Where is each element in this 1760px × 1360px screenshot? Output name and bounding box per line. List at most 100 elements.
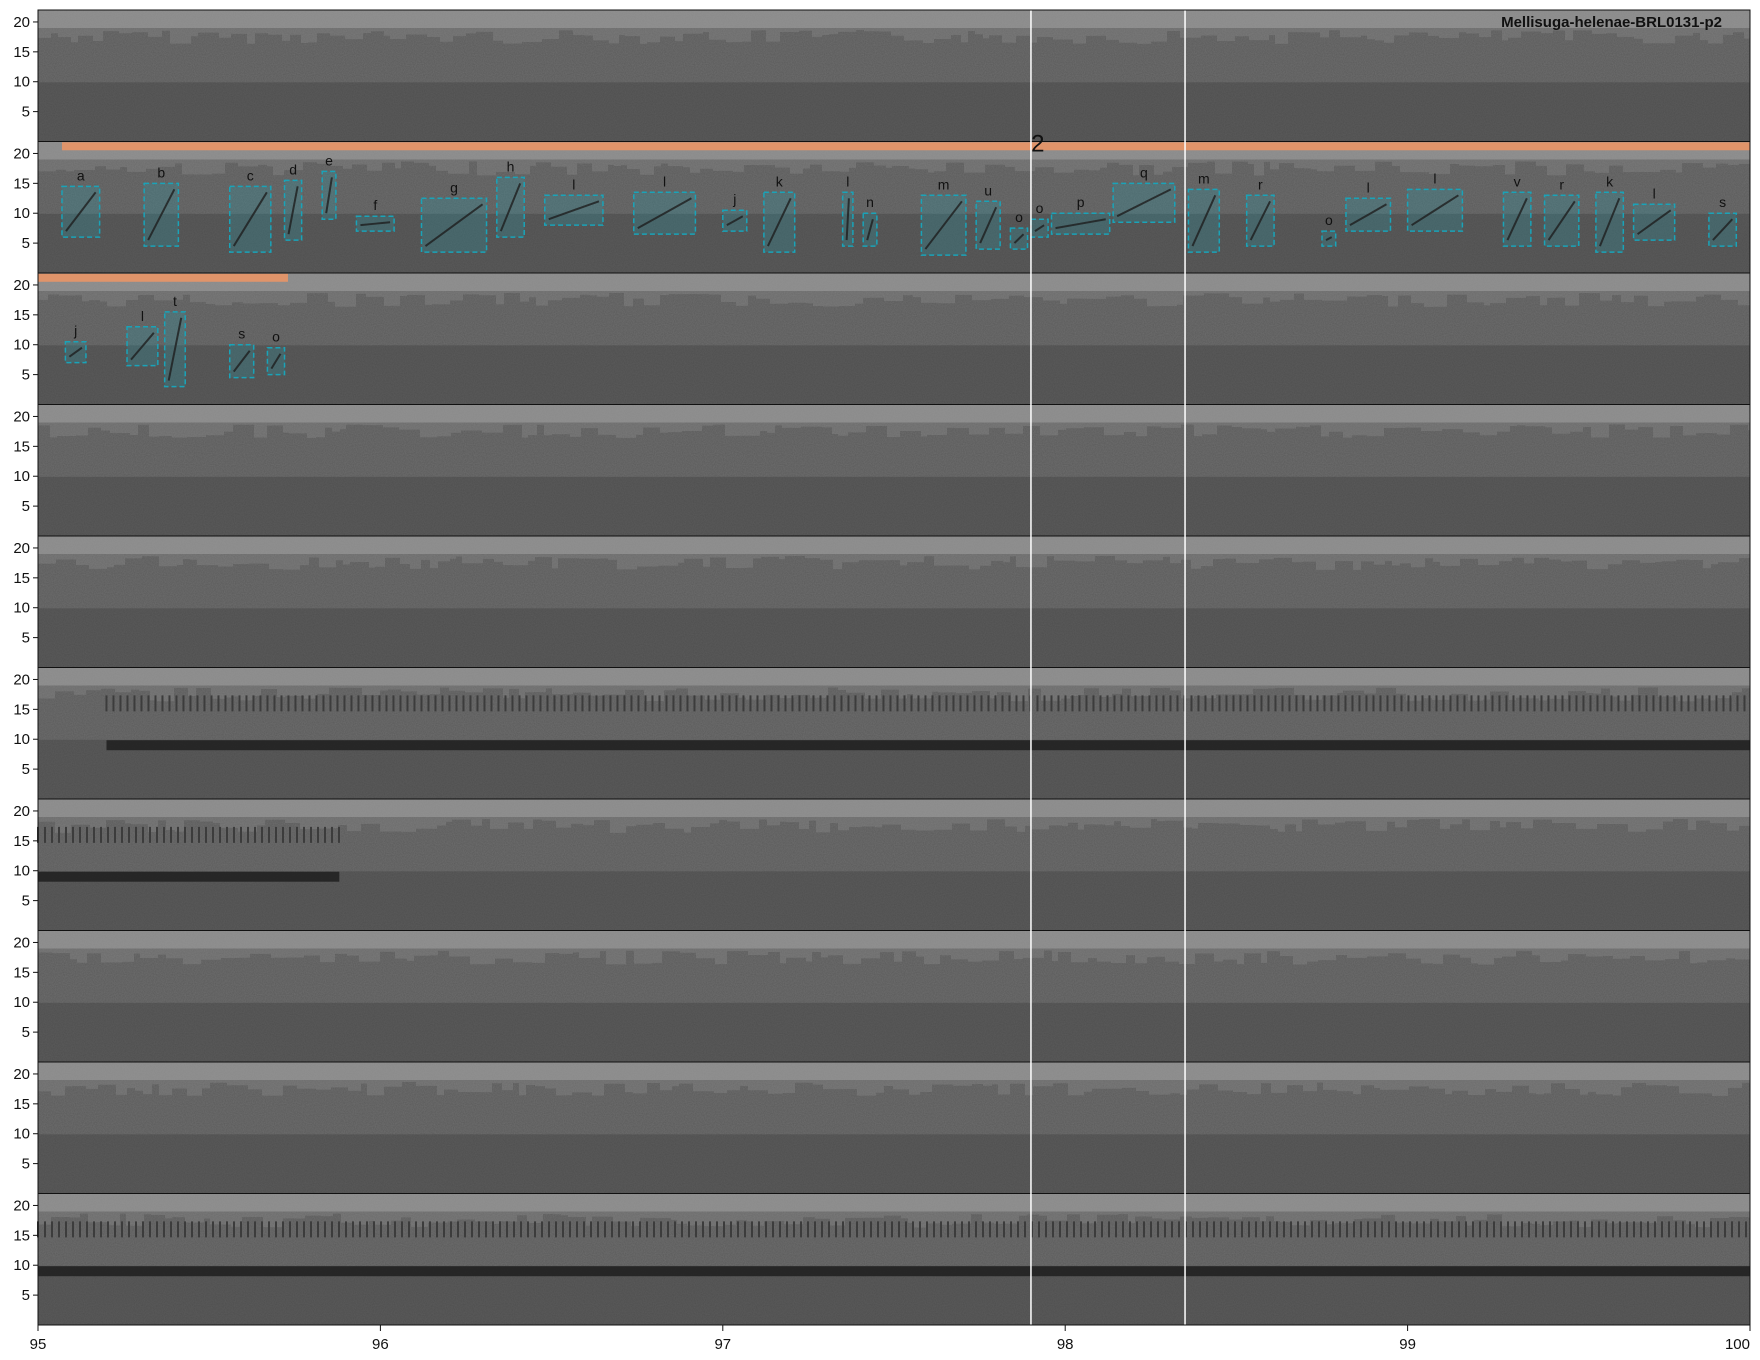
y-tick-label: 20 xyxy=(13,14,30,31)
x-tick-label: 95 xyxy=(30,1336,47,1353)
syllable-label: l xyxy=(663,173,666,189)
y-tick-label: 15 xyxy=(13,44,30,61)
y-tick-label: 20 xyxy=(13,671,30,688)
chart-title: Mellisuga-helenae-BRL0131-p2 xyxy=(1501,14,1722,31)
y-tick-label: 5 xyxy=(22,367,30,384)
syllable-label: l xyxy=(572,176,575,192)
y-tick-label: 10 xyxy=(13,205,30,222)
y-tick-label: 10 xyxy=(13,994,30,1011)
syllable-label: r xyxy=(1258,176,1263,192)
x-tick-label: 98 xyxy=(1057,1336,1074,1353)
syllable-label: p xyxy=(1077,194,1085,210)
spectrogram-row xyxy=(38,535,1750,668)
syllable-label: v xyxy=(1514,173,1521,189)
y-tick-label: 5 xyxy=(22,235,30,252)
y-tick-label: 15 xyxy=(13,307,30,324)
syllable-label: l xyxy=(1367,179,1370,195)
syllable-label: f xyxy=(373,197,377,213)
low-band-shade xyxy=(38,82,1750,142)
syllable-label: u xyxy=(984,182,992,198)
y-tick-label: 10 xyxy=(13,74,30,91)
syllable-label: a xyxy=(77,167,85,183)
syllable-label: l xyxy=(846,173,849,189)
y-tick-label: 10 xyxy=(13,731,30,748)
y-tick-label: 5 xyxy=(22,104,30,121)
spectrogram-row xyxy=(38,404,1750,536)
syllable-label: s xyxy=(238,326,245,342)
y-tick-label: 5 xyxy=(22,761,30,778)
syllable-label: m xyxy=(1198,170,1210,186)
harmonic-band xyxy=(105,695,1746,712)
syllable-label: o xyxy=(1015,209,1023,225)
tonal-band xyxy=(106,740,1751,751)
y-tick-label: 15 xyxy=(13,833,30,850)
syllable-label: l xyxy=(141,308,144,324)
x-tick-label: 100 xyxy=(1725,1336,1750,1353)
spectrogram-row xyxy=(38,9,1750,142)
y-tick-label: 20 xyxy=(13,408,30,425)
y-tick-label: 15 xyxy=(13,570,30,587)
low-band-shade xyxy=(38,345,1750,405)
y-tick-label: 20 xyxy=(13,277,30,294)
syllable-label: c xyxy=(247,167,254,183)
tonal-band xyxy=(38,1266,1750,1277)
tonal-band xyxy=(38,871,340,882)
y-tick-label: 20 xyxy=(13,1066,30,1083)
syllable-label: r xyxy=(1559,176,1564,192)
syllable-label: k xyxy=(1606,173,1614,189)
y-tick-label: 5 xyxy=(22,1287,30,1304)
spectrogram-row xyxy=(38,272,1750,405)
syllable-label: o xyxy=(1325,212,1333,228)
y-tick-label: 10 xyxy=(13,1257,30,1274)
spectrogram-row xyxy=(38,1193,1750,1325)
y-tick-label: 10 xyxy=(13,600,30,617)
y-tick-label: 10 xyxy=(13,468,30,485)
y-tick-label: 5 xyxy=(22,1024,30,1041)
y-tick-label: 20 xyxy=(13,803,30,820)
syllable-label: d xyxy=(289,161,297,177)
spectrogram-row xyxy=(38,667,1750,799)
syllable-label: l xyxy=(1433,170,1436,186)
syllable-label: b xyxy=(157,164,165,180)
song-label: 2 xyxy=(1031,131,1044,158)
syllable-label: o xyxy=(272,329,280,345)
syllable-label: j xyxy=(73,323,77,339)
low-band-shade xyxy=(38,1134,1750,1194)
low-band-shade xyxy=(38,1002,1750,1062)
y-tick-label: 15 xyxy=(13,1227,30,1244)
syllable-label: t xyxy=(173,293,177,309)
syllable-label: g xyxy=(450,179,458,195)
y-tick-label: 10 xyxy=(13,337,30,354)
syllable-label: m xyxy=(938,176,950,192)
y-tick-label: 20 xyxy=(13,145,30,162)
y-tick-label: 15 xyxy=(13,701,30,718)
song-bar xyxy=(38,273,288,282)
y-tick-label: 15 xyxy=(13,1096,30,1113)
spectrogram-row xyxy=(38,1061,1750,1194)
syllable-label: n xyxy=(866,194,874,210)
syllable-label: j xyxy=(732,191,736,207)
x-tick-label: 99 xyxy=(1399,1336,1416,1353)
y-tick-label: 5 xyxy=(22,1156,30,1173)
y-tick-label: 15 xyxy=(13,964,30,981)
syllable-label: h xyxy=(507,158,515,174)
y-tick-label: 5 xyxy=(22,893,30,910)
y-tick-label: 15 xyxy=(13,438,30,455)
y-tick-label: 20 xyxy=(13,1197,30,1214)
syllable-label: q xyxy=(1140,164,1148,180)
y-tick-label: 10 xyxy=(13,1126,30,1143)
y-tick-label: 20 xyxy=(13,540,30,557)
y-tick-label: 5 xyxy=(22,498,30,515)
syllable-label: k xyxy=(776,173,784,189)
low-band-shade xyxy=(38,608,1750,668)
y-tick-label: 10 xyxy=(13,863,30,880)
spectrogram-row xyxy=(38,930,1750,1062)
song-bar xyxy=(61,142,1750,151)
spectrogram-row xyxy=(38,798,1750,931)
x-tick-label: 97 xyxy=(714,1336,731,1353)
y-tick-label: 5 xyxy=(22,630,30,647)
syllable-label: l xyxy=(1653,185,1656,201)
syllable-label: s xyxy=(1719,194,1726,210)
low-band-shade xyxy=(38,476,1750,536)
x-tick-label: 96 xyxy=(372,1336,389,1353)
